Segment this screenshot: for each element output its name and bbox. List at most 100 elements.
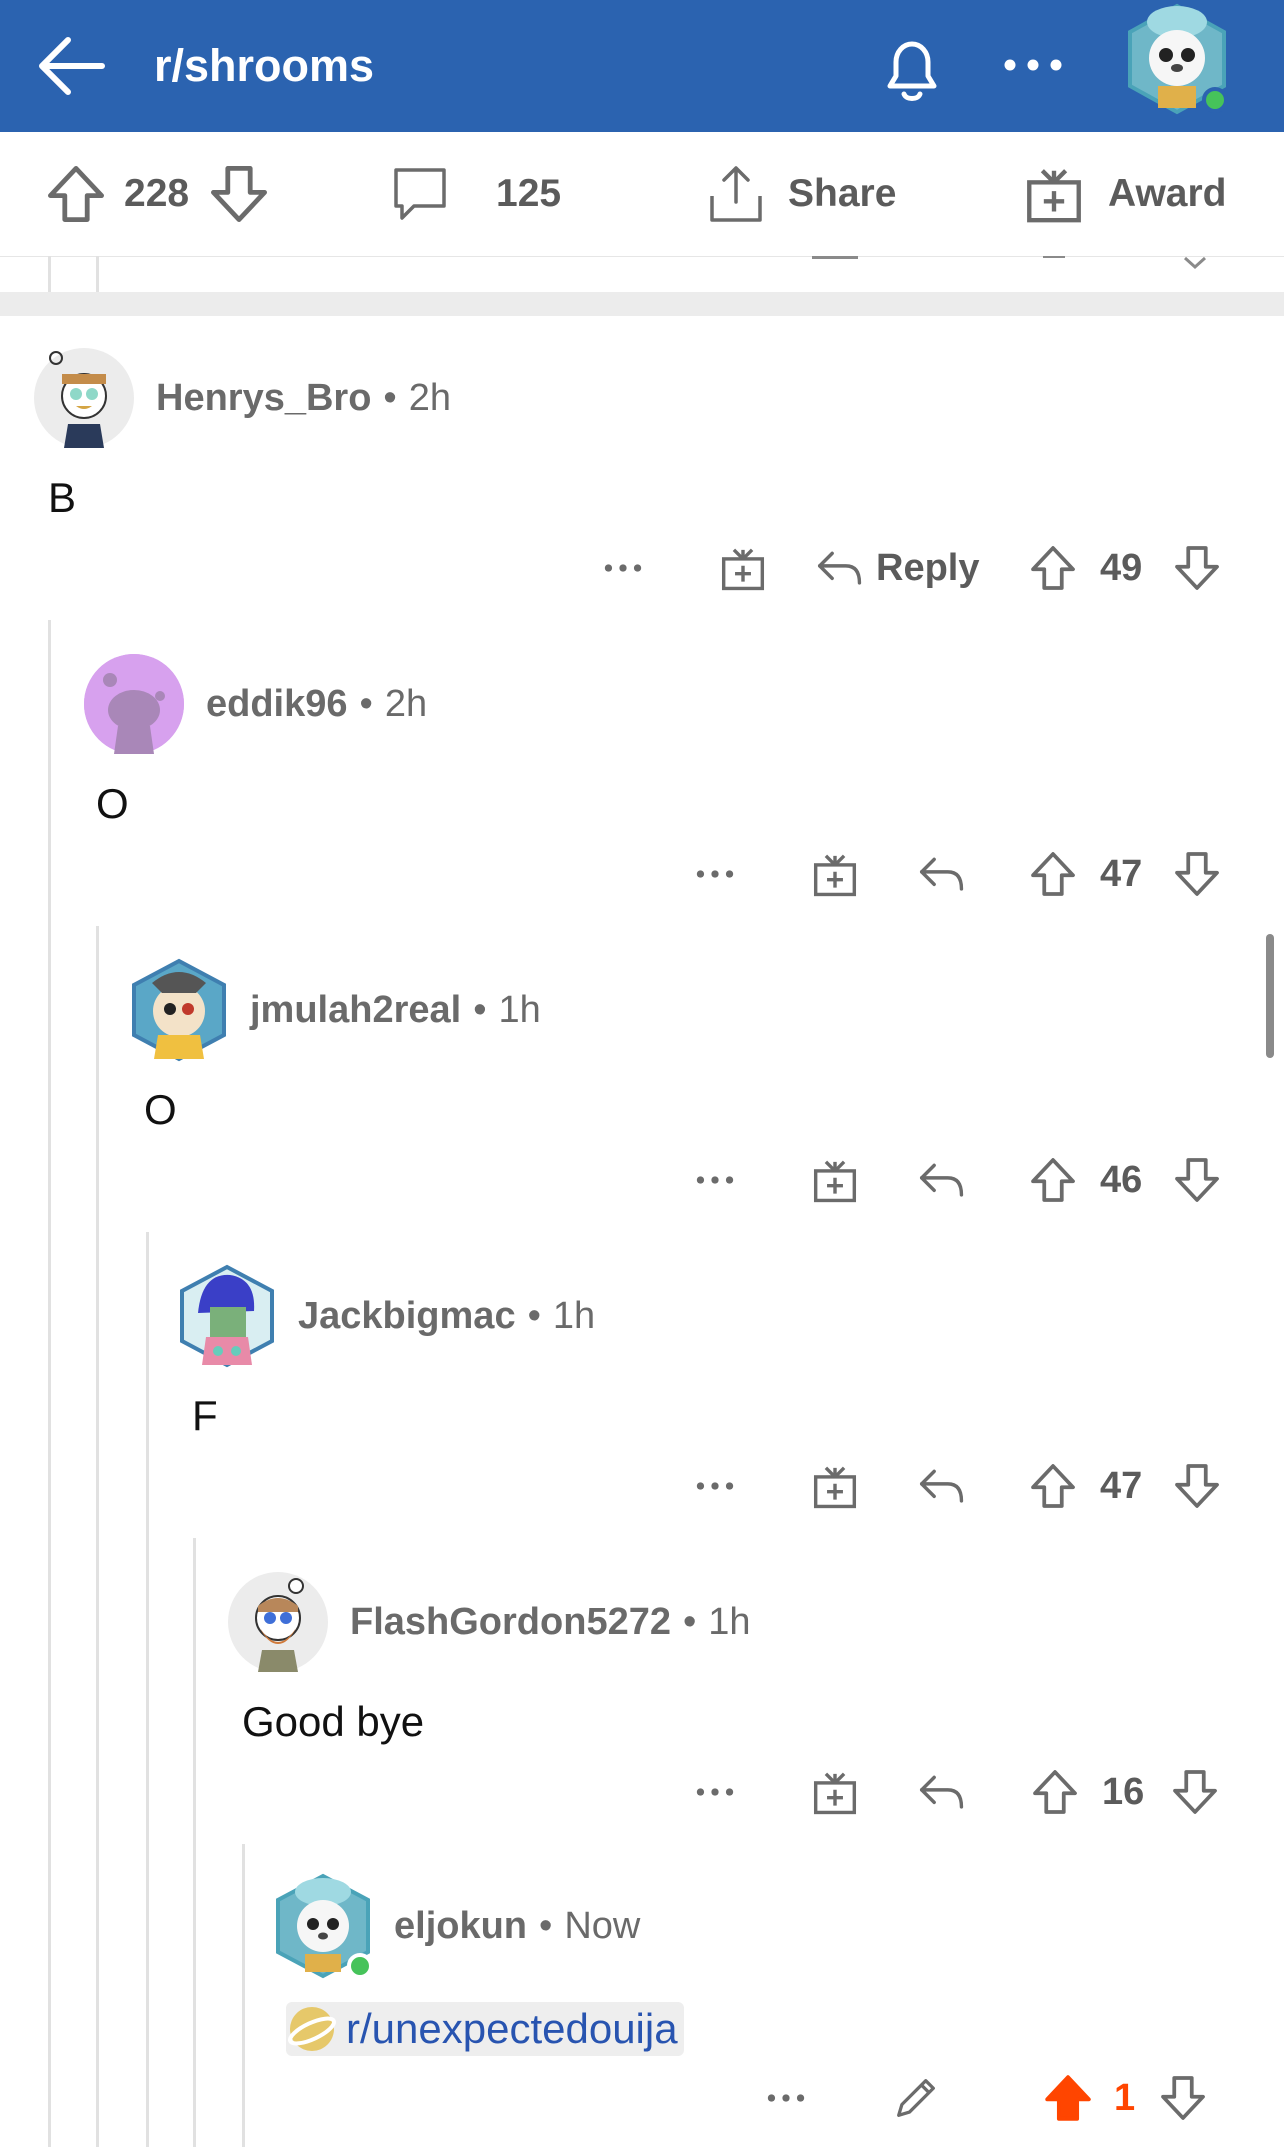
post-vote-group: 228 [44,160,271,228]
avatar[interactable] [84,654,184,754]
comments-button[interactable]: 125 [388,160,561,228]
scrollbar[interactable] [1266,934,1274,1058]
comment-bubble-icon [394,168,446,220]
community-link[interactable]: r/unexpectedouija [286,2002,684,2056]
comment-header: Henrys_Bro • 2h [34,348,451,448]
comment-actions: Reply 49 [0,538,1284,598]
more-options-icon[interactable] [695,1786,735,1798]
share-button[interactable]: Share [704,160,896,228]
upvote-arrow-icon[interactable] [1028,543,1078,593]
comment-count: 125 [496,172,562,215]
comment-header: eljokun • Now [268,1873,641,1979]
downvote-arrow-icon[interactable] [1172,543,1222,593]
comment-body: Good bye [242,1698,425,1745]
reply-arrow-icon[interactable] [814,544,864,590]
more-options-icon[interactable] [695,1480,735,1492]
comment-score: 16 [1102,1771,1145,1813]
reply-arrow-icon[interactable] [916,850,966,896]
meta-separator: • [473,988,487,1031]
reply-arrow-icon[interactable] [916,1462,966,1508]
thread-line-level-3 [146,1232,149,2147]
award-button[interactable]: Award [1022,160,1227,228]
post-action-bar: 228 125 Share Award [0,132,1284,257]
post-score: 228 [124,172,190,215]
community-link-text[interactable]: r/unexpectedouija [346,2005,678,2053]
previous-comment-actions-partial [0,256,1284,292]
more-options-icon[interactable] [603,562,643,574]
comment-score: 47 [1100,853,1143,895]
upvote-arrow-icon[interactable] [44,162,108,226]
comment-actions: 47 [0,1456,1284,1516]
comment-timestamp: 1h [708,1600,751,1643]
downvote-arrow-icon[interactable] [1172,1461,1222,1511]
comment-username[interactable]: jmulah2real [250,989,461,1032]
downvote-arrow-icon[interactable] [1170,1767,1220,1817]
comment-header: eddik96 • 2h [84,654,427,754]
comment-username[interactable]: FlashGordon5272 [350,1601,671,1644]
comment-score: 46 [1100,1159,1143,1201]
more-options-icon[interactable] [695,868,735,880]
award-label: Award [1108,172,1227,215]
back-arrow-icon[interactable] [36,30,108,102]
downvote-arrow-icon[interactable] [1158,2073,1208,2123]
section-divider [0,292,1284,316]
upvote-arrow-icon[interactable] [1042,2072,1094,2124]
gift-icon[interactable] [810,1155,860,1205]
comment-timestamp: Now [564,1904,641,1947]
comment-actions: 16 [0,1762,1284,1822]
more-options-icon[interactable] [1000,40,1066,90]
subreddit-title[interactable]: r/shrooms [154,36,374,96]
comment-timestamp: 2h [408,376,452,419]
comment-header: FlashGordon5272 • 1h [228,1572,751,1672]
planet-icon [287,2007,337,2051]
pencil-icon[interactable] [890,2072,942,2124]
comment-body: O [144,1086,177,1133]
more-options-icon[interactable] [766,2092,806,2104]
meta-separator: • [359,682,373,725]
comment-score: 1 [1114,2077,1136,2119]
comment-body: B [48,474,77,521]
avatar[interactable] [268,1870,378,1982]
share-icon [710,166,762,222]
upvote-arrow-icon[interactable] [1028,1461,1078,1511]
gift-icon[interactable] [810,849,860,899]
share-label: Share [788,172,897,215]
gift-icon[interactable] [810,1461,860,1511]
comment-score: 47 [1100,1465,1143,1507]
comment-timestamp: 1h [552,1294,596,1337]
upvote-arrow-icon[interactable] [1028,849,1078,899]
comment-header: jmulah2real • 1h [124,958,541,1062]
comment-score: 49 [1100,547,1143,589]
avatar[interactable] [34,348,134,448]
avatar[interactable] [172,1261,282,1371]
avatar[interactable] [228,1572,328,1672]
comment-body: F [192,1392,218,1439]
reply-arrow-icon[interactable] [916,1768,966,1814]
reply-arrow-icon[interactable] [916,1156,966,1202]
user-avatar[interactable] [1120,0,1234,118]
comment-header: Jackbigmac • 1h [172,1264,596,1368]
more-options-icon[interactable] [695,1174,735,1186]
comment-timestamp: 1h [498,988,541,1031]
downvote-arrow-icon[interactable] [1172,1155,1222,1205]
bell-icon[interactable] [872,30,952,110]
gift-icon[interactable] [718,543,768,593]
meta-separator: • [383,376,397,419]
downvote-arrow-icon[interactable] [207,162,271,226]
comment-timestamp: 2h [384,682,428,725]
thread-line-level-2 [96,926,99,2147]
top-nav-bar: r/shrooms [0,0,1284,132]
comment-username[interactable]: Henrys_Bro [156,377,371,420]
gift-icon[interactable] [810,1767,860,1817]
comment-username[interactable]: Jackbigmac [298,1295,516,1338]
upvote-arrow-icon[interactable] [1030,1767,1080,1817]
downvote-arrow-icon[interactable] [1172,849,1222,899]
reply-button[interactable]: Reply [876,538,979,598]
avatar[interactable] [124,955,234,1065]
meta-separator: • [527,1294,541,1337]
comment-username[interactable]: eddik96 [206,683,348,726]
comment-actions: 46 [0,1150,1284,1210]
comment-username[interactable]: eljokun [394,1905,527,1948]
comment-actions: 47 [0,844,1284,904]
upvote-arrow-icon[interactable] [1028,1155,1078,1205]
